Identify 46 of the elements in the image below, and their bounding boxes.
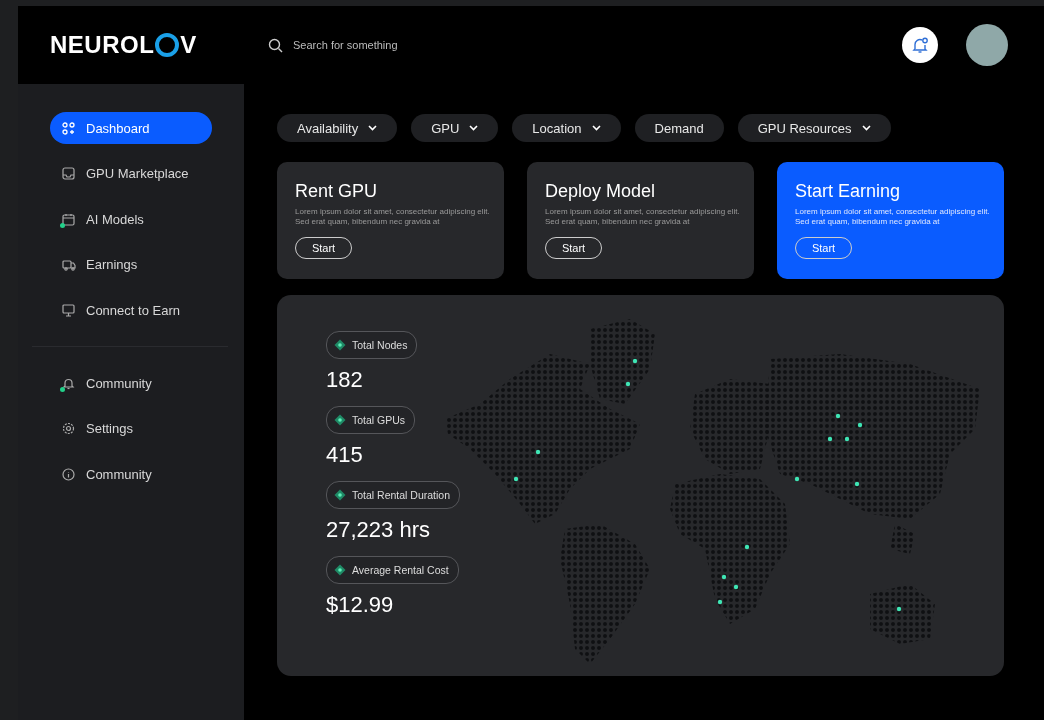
sidebar-item[interactable]: Earnings [50, 248, 212, 281]
bell-icon [911, 36, 929, 54]
card-description: Lorem ipsum dolor sit amet, consectetur adipiscing elit. Sed erat quam, bibendum nec gravida at [295, 207, 491, 226]
stat-value: 182 [326, 367, 364, 393]
search-icon [268, 37, 283, 53]
settings-icon [62, 422, 75, 435]
notification-button[interactable] [902, 27, 938, 63]
search-field[interactable]: Search for something [293, 39, 493, 51]
sidebar-item[interactable]: Community [50, 367, 212, 399]
sidebar-item[interactable]: Dashboard [50, 112, 212, 144]
card-description: Lorem ipsum dolor sit amet, consectetur adipiscing elit. Sed erat quam, bibendum nec gravida at [795, 207, 991, 226]
sidebar-item[interactable]: Settings [50, 412, 212, 445]
bell-icon [62, 376, 75, 390]
stat-label: Total Rental Duration [326, 481, 461, 509]
stat-value: 415 [326, 442, 364, 468]
diamond-icon [334, 339, 346, 351]
card-description: Lorem ipsum dolor sit amet, consectetur adipiscing elit. Sed erat quam, bibendum nec gravida at [545, 207, 741, 226]
sidebar-item[interactable]: AI Models [50, 203, 212, 235]
info-icon [62, 467, 75, 481]
card-title: Deploy Model [545, 180, 657, 202]
stat-value: 27,223 hrs [326, 517, 431, 543]
logo-ring-icon [155, 33, 180, 57]
avatar[interactable] [966, 24, 1008, 66]
stat-label: Total GPUs [326, 406, 416, 434]
diamond-icon [334, 489, 346, 501]
stat-label: Total Nodes [326, 331, 418, 359]
diamond-icon [334, 564, 346, 576]
inbox-icon [62, 167, 75, 180]
logo: NEUROL V [50, 31, 198, 59]
card-title: Rent GPU [295, 180, 379, 202]
filter-dropdown[interactable]: Location [512, 114, 621, 142]
truck-icon [62, 258, 76, 271]
filter-dropdown[interactable]: Availability [277, 114, 398, 142]
grid-icon [62, 121, 75, 135]
calendar-icon [62, 212, 75, 226]
monitor-icon [62, 303, 75, 317]
sidebar-item[interactable]: GPU Marketplace [50, 157, 212, 190]
stat-label: Average Rental Cost [326, 556, 459, 584]
filter-button[interactable]: Demand [634, 114, 724, 142]
sidebar-item[interactable]: Community [50, 458, 212, 490]
filter-dropdown[interactable]: GPU [411, 114, 499, 142]
diamond-icon [334, 414, 346, 426]
stat-value: $12.99 [326, 592, 395, 618]
sidebar-item[interactable]: Connect to Earn [50, 294, 212, 326]
filter-dropdown[interactable]: GPU Resources [737, 114, 891, 142]
card-title: Start Earning [795, 180, 902, 202]
